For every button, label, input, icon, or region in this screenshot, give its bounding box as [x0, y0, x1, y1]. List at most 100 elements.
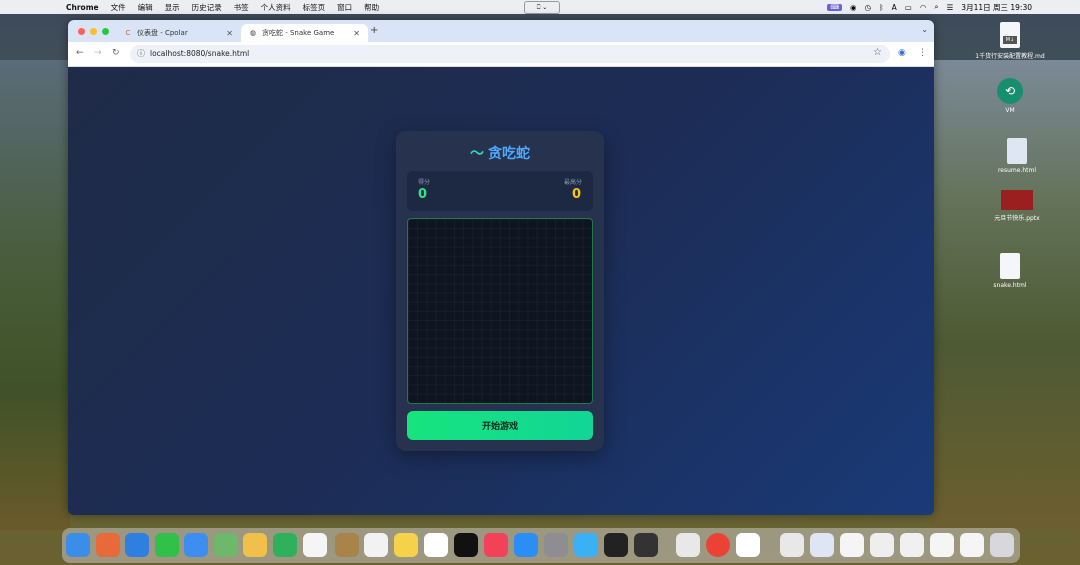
game-board[interactable] [407, 218, 593, 404]
console-icon[interactable] [634, 533, 658, 557]
preview-icon[interactable] [676, 533, 700, 557]
finder-icon[interactable] [66, 533, 90, 557]
high-score-label: 最高分 [563, 179, 582, 186]
score-panel: 得分 0 最高分 0 [407, 171, 593, 211]
menu-bookmarks[interactable]: 书签 [234, 2, 249, 13]
chrome-icon[interactable] [706, 533, 730, 557]
tab-label: 仪表盘 - Cpolar [137, 29, 188, 37]
status-area: ⌨ ◉ ◷ ᛒ A ▭ ◠ ⌕ ☰ 3月11日 周三 19:30 [827, 0, 1032, 14]
pptx-file-icon [1001, 190, 1033, 210]
menu-profiles[interactable]: 个人资料 [261, 2, 291, 13]
back-icon[interactable]: ← [76, 48, 84, 58]
minimize-window-button[interactable] [90, 28, 97, 35]
apple-tv-icon[interactable] [454, 533, 478, 557]
wallpaper-right [930, 60, 1080, 530]
close-window-button[interactable] [78, 28, 85, 35]
input-indicator[interactable]: A [892, 3, 897, 12]
notes-app-icon[interactable] [335, 533, 359, 557]
score-label: 得分 [418, 179, 431, 186]
reload-icon[interactable]: ↻ [112, 48, 120, 58]
tab-bar: C 仪表盘 - Cpolar ✕ ◍ 贪吃蛇 - Snake Game ✕ + … [68, 20, 934, 42]
reminders-icon[interactable] [364, 533, 388, 557]
desktop-icon-md-file[interactable]: M↓ 1千货行安装配置教程.md [970, 22, 1050, 60]
messages-icon[interactable] [155, 533, 179, 557]
document-icon[interactable] [780, 533, 804, 557]
photos-icon[interactable] [243, 533, 267, 557]
calendar-icon[interactable] [303, 533, 327, 557]
screenshot-icon[interactable] [870, 533, 894, 557]
browser-toolbar: ← → ↻ ⓘ localhost:8080/snake.html ☆ ◉ ⋮ [68, 42, 934, 67]
file-icon[interactable] [810, 533, 834, 557]
menu-window[interactable]: 窗口 [337, 2, 352, 13]
close-tab-icon[interactable]: ✕ [353, 29, 360, 38]
desktop-icon-snake[interactable]: snake.html [970, 253, 1050, 289]
high-score-value: 0 [571, 187, 581, 202]
sync-icon[interactable]: ◉ [850, 3, 857, 12]
menu-edit[interactable]: 编辑 [138, 2, 153, 13]
browser-window: C 仪表盘 - Cpolar ✕ ◍ 贪吃蛇 - Snake Game ✕ + … [68, 20, 934, 515]
site-info-icon[interactable]: ⓘ [137, 48, 145, 59]
new-tab-button[interactable]: + [370, 25, 378, 36]
screenshot-icon[interactable] [840, 533, 864, 557]
desktop-icon-pptx[interactable]: 元旦节快乐.pptx [977, 190, 1057, 222]
tab-cpolar[interactable]: C 仪表盘 - Cpolar ✕ [116, 24, 241, 42]
tab-label: 贪吃蛇 - Snake Game [262, 29, 335, 37]
tab-search-button[interactable]: ⌄ [921, 25, 928, 34]
facetime-icon[interactable] [273, 533, 297, 557]
cpolar-icon: C [125, 29, 131, 37]
dock [62, 528, 1020, 563]
launchpad-icon[interactable] [96, 533, 120, 557]
mail-icon[interactable] [184, 533, 208, 557]
html-file-icon [1000, 253, 1020, 279]
page-viewport: 〜贪吃蛇 得分 0 最高分 0 开始游戏 [68, 67, 934, 515]
clock[interactable]: 3月11日 周三 19:30 [961, 2, 1032, 13]
html-file-icon [1007, 138, 1027, 164]
menu-app-name[interactable]: Chrome [66, 3, 99, 12]
url-text[interactable]: localhost:8080/snake.html [150, 49, 249, 58]
forward-icon[interactable]: → [94, 48, 102, 58]
timemachine-icon[interactable]: ◷ [865, 3, 872, 12]
search-icon[interactable]: ⌕ [934, 2, 938, 12]
screenshot-icon[interactable] [960, 533, 984, 557]
globe-icon: ◍ [249, 29, 257, 37]
control-center-icon[interactable]: ☰ [947, 3, 954, 12]
tab-snake-game[interactable]: ◍ 贪吃蛇 - Snake Game ✕ [241, 24, 368, 42]
timemachine-icon: ⟲ [997, 78, 1023, 104]
desktop-icon-resume[interactable]: resume.html [977, 138, 1057, 174]
close-tab-icon[interactable]: ✕ [226, 29, 233, 38]
safari-icon[interactable] [125, 533, 149, 557]
game-card: 〜贪吃蛇 得分 0 最高分 0 开始游戏 [396, 131, 604, 451]
bookmark-star-icon[interactable]: ☆ [873, 47, 882, 58]
wifi-icon[interactable]: ◠ [920, 3, 927, 12]
terminal-icon[interactable] [604, 533, 628, 557]
profile-icon[interactable]: ◉ [898, 48, 906, 58]
menu-history[interactable]: 历史记录 [192, 2, 222, 13]
window-controls [78, 28, 109, 35]
menu-help[interactable]: 帮助 [364, 2, 379, 13]
more-menu-icon[interactable]: ⋮ [918, 48, 927, 58]
keyboard-icon[interactable]: ⌨ [827, 3, 842, 11]
screenshot-icon[interactable] [930, 533, 954, 557]
wps-icon[interactable] [736, 533, 760, 557]
music-icon[interactable] [484, 533, 508, 557]
app-store-icon[interactable] [514, 533, 538, 557]
menu-file[interactable]: 文件 [111, 2, 126, 13]
freeform-icon[interactable] [424, 533, 448, 557]
menu-view[interactable]: 显示 [165, 2, 180, 13]
menu-tabs[interactable]: 标签页 [303, 2, 326, 13]
markdown-file-icon: M↓ [1000, 22, 1020, 48]
screenshot-icon[interactable] [900, 533, 924, 557]
desktop-icon-vm[interactable]: ⟲ VM [970, 78, 1050, 114]
start-game-button[interactable]: 开始游戏 [407, 411, 593, 440]
trash-icon[interactable] [990, 533, 1014, 557]
system-settings-icon[interactable] [544, 533, 568, 557]
notes-icon[interactable] [394, 533, 418, 557]
address-bar[interactable]: ⓘ localhost:8080/snake.html ☆ [130, 45, 890, 63]
battery-icon[interactable]: ▭ [905, 3, 912, 12]
bluetooth-icon[interactable]: ᛒ [879, 3, 884, 12]
score-value: 0 [418, 187, 428, 202]
maps-icon[interactable] [214, 533, 238, 557]
sync-app-icon[interactable] [574, 533, 598, 557]
zoom-window-button[interactable] [102, 28, 109, 35]
screen-mirror-control[interactable]: ⎕ ⌄ [524, 1, 560, 14]
